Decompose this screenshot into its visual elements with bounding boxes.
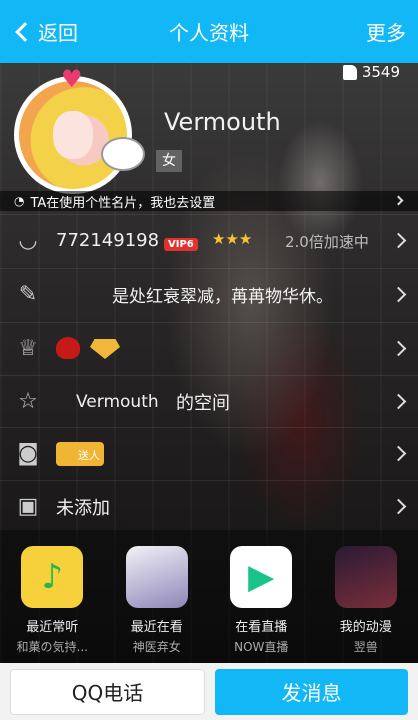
app-sub: 翌兽 [353, 640, 378, 654]
row-qq-number[interactable]: ◡ 772149198 VIP6 ★★★ 2.0倍加速中 [0, 214, 418, 266]
diamond-badge-icon [90, 339, 120, 359]
chevron-right-icon [390, 286, 407, 303]
row-gift[interactable]: ◙ 送人 [0, 427, 418, 479]
app-live[interactable]: ▶ 在看直播 NOW直播 [216, 546, 306, 664]
app-label: 最近常听 [26, 620, 79, 635]
heart-icon: ♥ [61, 65, 83, 93]
crown-icons: ★★★ [212, 230, 253, 248]
avatar[interactable]: ♥ [14, 65, 145, 194]
chevron-right-icon [390, 445, 407, 462]
avatar-face [53, 111, 93, 159]
speed-status: 2.0倍加速中 [285, 233, 369, 251]
now-live-icon: ▶ [230, 546, 293, 608]
send-message-button[interactable]: 发消息 [215, 668, 408, 715]
qq-call-button[interactable]: QQ电话 [10, 668, 205, 715]
app-label: 最近在看 [130, 620, 183, 635]
chevron-left-icon [15, 21, 35, 42]
app-sub: 和菓の気持... [16, 640, 88, 654]
back-label: 返回 [38, 21, 78, 45]
gender-badge: 女 [156, 150, 182, 172]
space-owner: Vermouth [76, 391, 159, 412]
app-label: 我的动漫 [339, 620, 392, 635]
book-cover-icon [125, 546, 188, 608]
anime-cover-icon [334, 546, 397, 608]
app-label: 在看直播 [235, 620, 288, 635]
thumbs-up-icon [342, 64, 357, 80]
row-badges[interactable]: ♕ [0, 322, 418, 374]
avatar-cat-sticker [101, 137, 145, 171]
chevron-right-icon [390, 393, 407, 410]
app-anime[interactable]: 我的动漫 翌兽 [321, 546, 411, 664]
row-signature[interactable]: ✎ 是处红衰翠减，苒苒物华休。 [0, 268, 418, 320]
music-app-icon: ♪ [21, 546, 84, 608]
vip-badge: VIP6 [164, 232, 198, 251]
back-button[interactable]: 返回 [12, 17, 78, 46]
qq-penguin-icon: ◡ [18, 227, 38, 253]
chevron-right-icon [390, 498, 407, 515]
space-suffix: 的空间 [176, 392, 230, 414]
like-count: 3549 [361, 63, 400, 81]
person-icon: ◔ [14, 194, 25, 208]
chevron-right-icon [393, 195, 404, 206]
signature-text: 是处红衰翠减，苒苒物华休。 [112, 287, 333, 307]
title-bar: 返回 个人资料 更多 [0, 0, 418, 63]
gift-tag: 送人 [56, 442, 104, 466]
like-counter[interactable]: 3549 [342, 63, 400, 81]
star-outline-icon: ☆ [18, 388, 38, 414]
app-reading[interactable]: 最近在看 神医弃女 [112, 546, 202, 664]
app-sub: NOW直播 [234, 640, 289, 654]
app-music[interactable]: ♪ 最近常听 和菓の気持... [7, 546, 97, 664]
extra-status: 未添加 [56, 497, 110, 519]
app-sub: 神医弃女 [132, 640, 181, 654]
qq-number: 772149198 [56, 230, 160, 251]
penguin-badge-icon [56, 337, 80, 359]
row-extra[interactable]: ▣ 未添加 [0, 480, 418, 532]
profile-name: Vermouth [164, 108, 281, 136]
card-tip-text: TA在使用个性名片，我也去设置 [30, 195, 216, 211]
chevron-right-icon [390, 340, 407, 357]
card-tip-banner[interactable]: ◔ TA在使用个性名片，我也去设置 [0, 191, 418, 211]
chevron-right-icon [390, 232, 407, 249]
more-button[interactable]: 更多 [366, 17, 406, 46]
action-bar: QQ电话 发消息 [0, 663, 418, 720]
gift-robot-icon: ◙ [17, 440, 39, 466]
crown-outline-icon: ♕ [18, 335, 38, 361]
row-space[interactable]: ☆ Vermouth 的空间 [0, 375, 418, 427]
recent-apps: ♪ 最近常听 和菓の気持... 最近在看 神医弃女 ▶ 在看直播 NOW直播 我… [0, 530, 418, 664]
contact-card-icon: ▣ [17, 493, 39, 519]
pencil-icon: ✎ [18, 281, 38, 307]
